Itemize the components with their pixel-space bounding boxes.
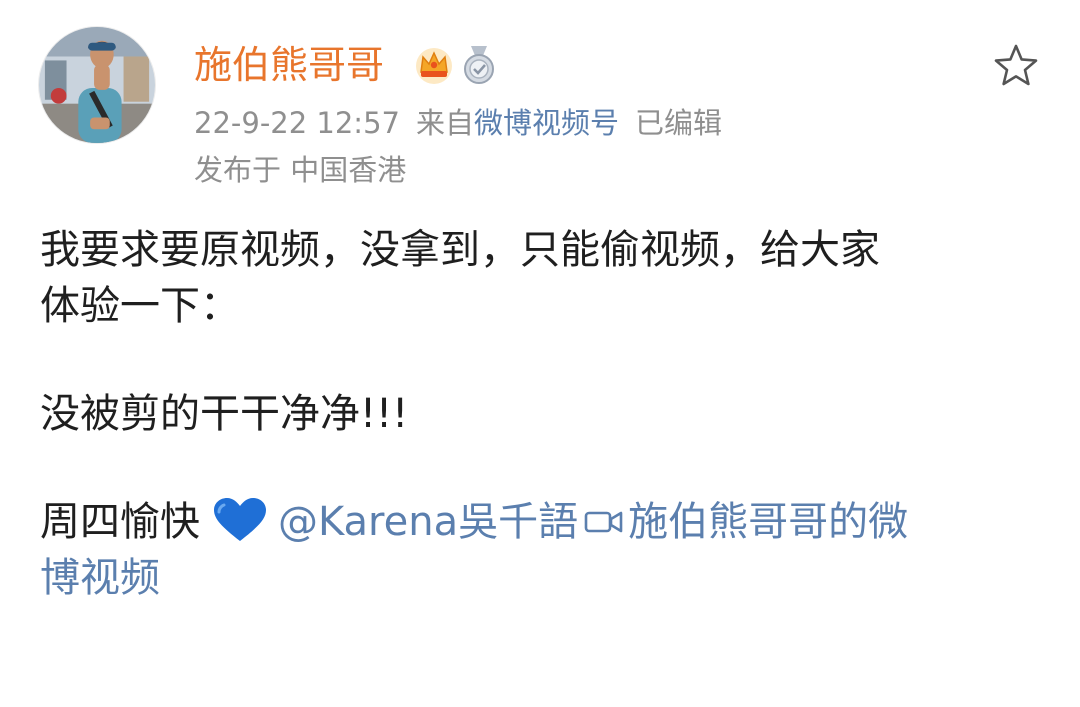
edited-label: 已编辑 [635, 106, 723, 140]
post-body: 我要求要原视频，没拿到，只能偷视频，给大家 体验一下： 没被剪的干干净净!!! … [40, 222, 1050, 606]
username[interactable]: 施伯熊哥哥 [194, 40, 384, 90]
crown-icon[interactable] [413, 44, 455, 86]
blue-heart-icon [214, 498, 266, 541]
source-prefix: 来自 [415, 106, 474, 140]
post-text-line: 我要求要原视频，没拿到，只能偷视频，给大家 [40, 227, 880, 273]
weibo-post: 施伯熊哥哥 22-9-22 12:57 来自微博视频号 已编辑 发布于 中国香港 我… [0, 0, 1080, 707]
video-camera-icon[interactable] [584, 507, 624, 537]
video-link-continued[interactable]: 博视频 [40, 550, 1050, 606]
timestamp: 22-9-22 12:57 [194, 106, 400, 140]
post-meta: 22-9-22 12:57 来自微博视频号 已编辑 [194, 101, 722, 145]
mention-link[interactable]: @Karena吳千語 [278, 499, 578, 545]
video-link[interactable]: 施伯熊哥哥的微 [628, 499, 908, 545]
post-text-line: 没被剪的干干净净!!! [40, 391, 409, 437]
post-closing-line: 周四愉快 @Karena吳千語 施伯熊哥哥的微 [40, 494, 1050, 550]
source-link[interactable]: 微博视频号 [474, 106, 619, 140]
avatar-photo [39, 27, 155, 143]
location: 发布于 中国香港 [194, 153, 407, 187]
star-outline-icon[interactable] [992, 42, 1040, 90]
closing-text: 周四愉快 [40, 499, 200, 545]
post-text-line: 体验一下： [40, 283, 240, 329]
avatar[interactable] [38, 26, 156, 144]
medal-icon[interactable] [460, 44, 498, 86]
